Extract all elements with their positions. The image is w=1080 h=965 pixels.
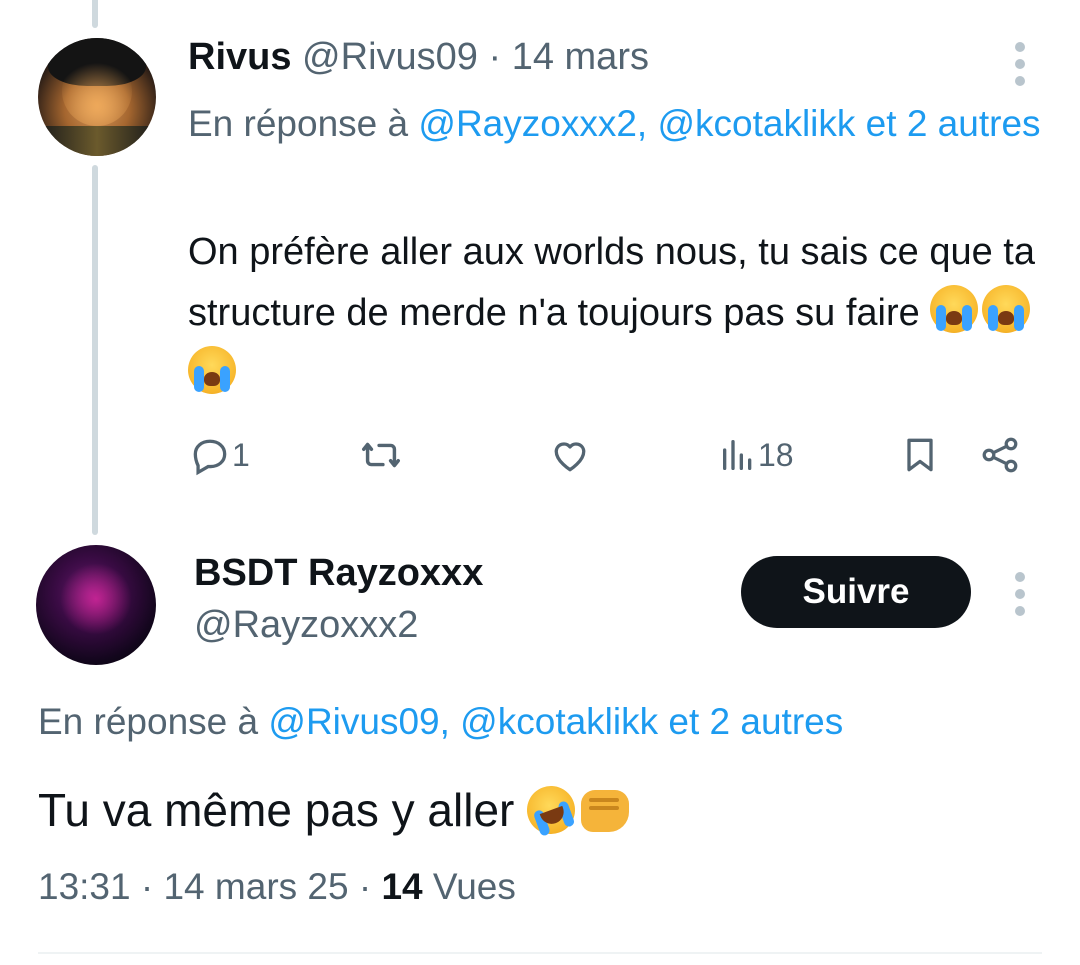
- follow-button[interactable]: Suivre: [741, 556, 971, 628]
- reply-and[interactable]: et: [855, 103, 897, 144]
- bookmark-icon: [907, 438, 933, 472]
- more-icon[interactable]: [1014, 572, 1026, 616]
- reply-context: En réponse à @Rivus09, @kcotaklikk et 2 …: [38, 692, 1058, 752]
- reply-mentions[interactable]: @Rayzoxxx2, @kcotaklikk: [418, 103, 855, 144]
- like-button[interactable]: [548, 425, 592, 485]
- divider: [38, 952, 1042, 954]
- tweet-time[interactable]: 13:31: [38, 866, 131, 907]
- author-handle[interactable]: @Rivus09: [302, 36, 478, 78]
- thread-line-top: [92, 0, 98, 28]
- separator: ·: [488, 36, 502, 78]
- tweet-text-content: Tu va même pas y aller: [38, 784, 515, 836]
- reply-context: En réponse à @Rayzoxxx2, @kcotaklikk et …: [188, 94, 1058, 154]
- tweet-header: Rivus @Rivus09 · 14 mars: [188, 36, 649, 79]
- more-icon[interactable]: [1014, 42, 1026, 86]
- views-count: 14: [381, 866, 423, 907]
- bookmark-button[interactable]: [898, 425, 942, 485]
- reply-prefix: En réponse à: [188, 103, 419, 144]
- share-icon: [982, 437, 1018, 473]
- share-button[interactable]: [978, 425, 1022, 485]
- reply-others[interactable]: 2 autres: [907, 103, 1041, 144]
- avatar-figure: [60, 563, 132, 635]
- tweet-date[interactable]: 14 mars: [512, 36, 649, 78]
- author-name[interactable]: Rivus: [188, 36, 291, 78]
- reply-mentions[interactable]: @Rivus09, @kcotaklikk: [268, 701, 658, 742]
- tweet-text: Tu va même pas y aller: [38, 779, 1038, 841]
- avatar[interactable]: [38, 38, 156, 156]
- views-button[interactable]: 18: [718, 425, 794, 485]
- reply-button[interactable]: 1: [188, 425, 250, 485]
- crying-face-emoji: [982, 285, 1031, 333]
- crying-face-emoji: [188, 346, 236, 394]
- separator: ·: [140, 866, 154, 907]
- crying-face-emoji: [930, 285, 979, 333]
- tweet-text-content: On préfère aller aux worlds nous, tu sai…: [188, 231, 1036, 334]
- tweet-meta: 13:31 · 14 mars 25 · 14 Vues: [38, 866, 516, 908]
- reply-icon: [193, 439, 227, 476]
- fist-emoji: [581, 790, 630, 832]
- thread-line: [92, 165, 98, 535]
- avatar-face: [61, 55, 133, 127]
- laughing-face-emoji: [520, 779, 582, 841]
- tweet-date[interactable]: 14 mars 25: [163, 866, 348, 907]
- separator: ·: [358, 866, 372, 907]
- reply-count: 1: [232, 436, 250, 473]
- views-icon: [723, 440, 752, 470]
- views-label: Vues: [432, 866, 516, 907]
- tweet-text: On préfère aller aux worlds nous, tu sai…: [188, 222, 1058, 405]
- tweet-actions: 1 18: [188, 425, 1038, 485]
- retweet-icon: [362, 442, 400, 468]
- author-handle[interactable]: @Rayzoxxx2: [194, 604, 418, 647]
- avatar-collar: [38, 126, 156, 156]
- author-name[interactable]: BSDT Rayzoxxx: [194, 552, 483, 595]
- reply-prefix: En réponse à: [38, 701, 269, 742]
- like-icon: [554, 442, 586, 472]
- retweet-button[interactable]: [358, 425, 404, 485]
- avatar[interactable]: [36, 545, 156, 665]
- views-count: 18: [758, 436, 794, 473]
- reply-others[interactable]: et 2 autres: [658, 701, 843, 742]
